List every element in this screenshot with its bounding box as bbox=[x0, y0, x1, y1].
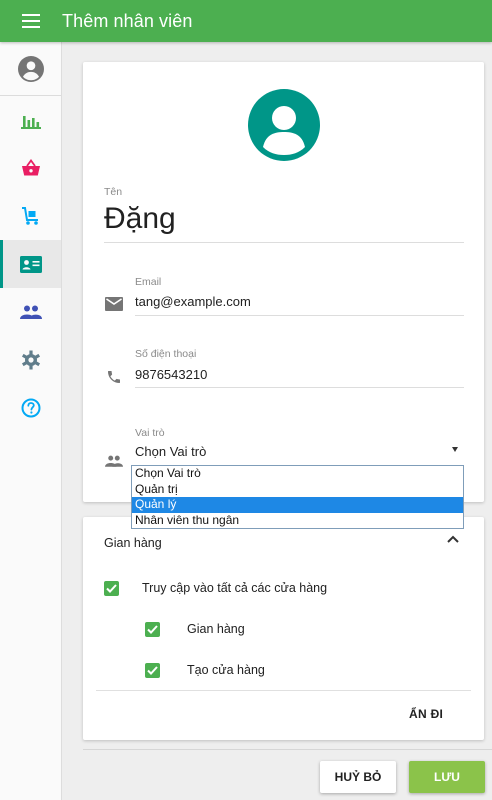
sidebar-item-settings[interactable] bbox=[0, 336, 61, 384]
phone-underline bbox=[135, 387, 464, 388]
stores-section-title: Gian hàng bbox=[104, 536, 162, 550]
name-underline bbox=[104, 242, 464, 243]
role-dropdown-list: Chọn Vai trò Quản trị Quản lý Nhân viên … bbox=[131, 465, 464, 529]
help-icon bbox=[21, 398, 40, 418]
menu-icon[interactable] bbox=[0, 0, 62, 42]
role-option-highlighted[interactable]: Quản lý bbox=[132, 497, 463, 513]
hide-button[interactable]: ẨN ĐI bbox=[409, 707, 443, 721]
all-stores-checkbox[interactable] bbox=[104, 581, 119, 596]
cart-icon bbox=[21, 207, 38, 225]
account-circle-icon bbox=[17, 55, 44, 82]
people-icon bbox=[19, 305, 42, 319]
employee-avatar[interactable] bbox=[248, 89, 320, 161]
save-button[interactable]: LƯU bbox=[409, 761, 485, 793]
create-store-checkbox[interactable] bbox=[145, 663, 160, 678]
contact-card-icon bbox=[19, 255, 42, 273]
gear-icon bbox=[21, 350, 40, 370]
sidebar-item-customers[interactable] bbox=[0, 288, 61, 336]
cancel-button[interactable]: HUỶ BỎ bbox=[320, 761, 396, 793]
page-title: Thêm nhân viên bbox=[62, 10, 193, 31]
sidebar-item-help[interactable] bbox=[0, 384, 61, 432]
role-option[interactable]: Chọn Vai trò bbox=[132, 466, 463, 482]
sidebar-item-employees[interactable] bbox=[0, 240, 61, 288]
role-label: Vai trò bbox=[135, 427, 165, 439]
name-label: Tên bbox=[104, 186, 123, 198]
phone-label: Số điện thoại bbox=[135, 348, 197, 360]
sidebar-item-items[interactable] bbox=[0, 144, 61, 192]
sidebar-item-inventory[interactable] bbox=[0, 192, 61, 240]
email-icon bbox=[105, 297, 123, 311]
stores-card: Gian hàng Truy cập vào tất cả các cửa hà… bbox=[83, 517, 484, 740]
shopping-basket-icon bbox=[21, 159, 40, 176]
all-stores-label: Truy cập vào tất cả các cửa hàng bbox=[142, 581, 328, 595]
store-label: Gian hàng bbox=[187, 622, 245, 636]
person-icon bbox=[263, 106, 305, 155]
sidebar bbox=[0, 42, 62, 800]
email-label: Email bbox=[135, 276, 162, 288]
footer-divider bbox=[83, 749, 492, 750]
check-icon bbox=[147, 666, 158, 675]
role-option[interactable]: Quản trị bbox=[132, 482, 463, 498]
stores-divider bbox=[96, 690, 471, 691]
people-icon bbox=[105, 455, 123, 467]
email-underline bbox=[135, 315, 464, 316]
chevron-up-icon[interactable] bbox=[447, 535, 459, 543]
sidebar-item-reports[interactable] bbox=[0, 96, 61, 144]
dropdown-arrow-icon[interactable] bbox=[452, 447, 458, 452]
employee-info-card: Tên Đặng Email tang@example.com Số điện … bbox=[83, 62, 484, 502]
app-bar: Thêm nhân viên bbox=[0, 0, 492, 42]
role-select[interactable]: Chọn Vai trò bbox=[135, 444, 206, 459]
create-store-label: Tạo cửa hàng bbox=[187, 663, 265, 677]
name-input[interactable]: Đặng bbox=[104, 202, 176, 236]
check-icon bbox=[147, 625, 158, 634]
role-option[interactable]: Nhân viên thu ngân bbox=[132, 513, 463, 529]
phone-input[interactable]: 9876543210 bbox=[135, 367, 207, 382]
sidebar-account[interactable] bbox=[0, 42, 61, 96]
bar-chart-icon bbox=[20, 116, 41, 129]
email-input[interactable]: tang@example.com bbox=[135, 294, 251, 309]
check-icon bbox=[106, 584, 117, 593]
phone-icon bbox=[108, 371, 120, 383]
store-checkbox[interactable] bbox=[145, 622, 160, 637]
